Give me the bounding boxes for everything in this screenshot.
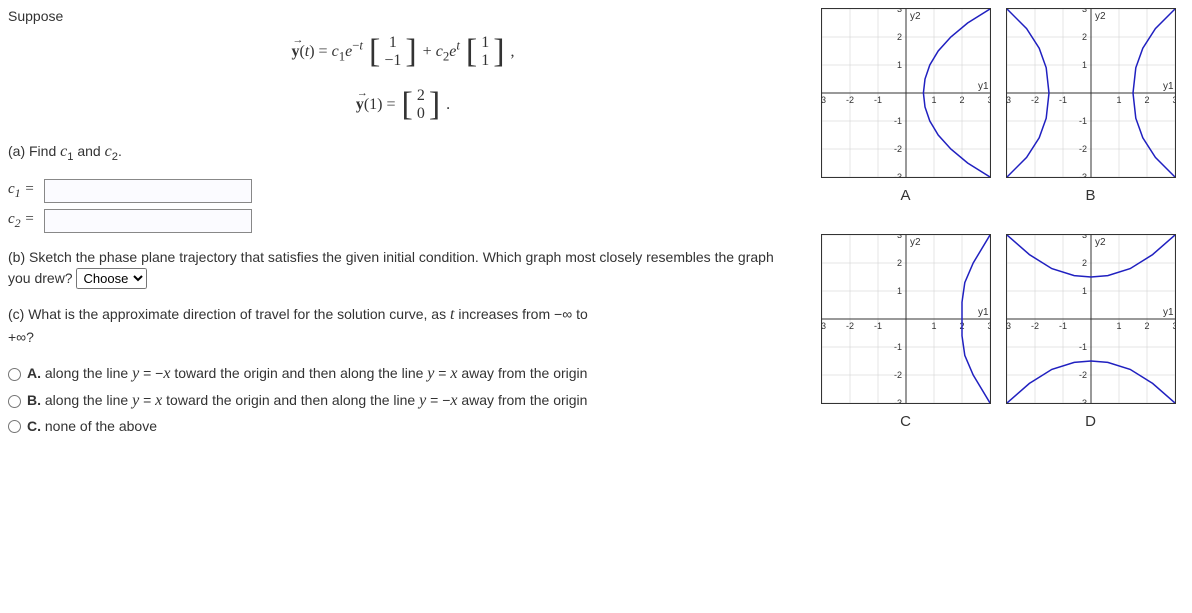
svg-text:2: 2 [896, 258, 901, 268]
svg-text:2: 2 [1081, 258, 1086, 268]
svg-text:-3: -3 [1006, 95, 1011, 105]
svg-text:-2: -2 [1030, 321, 1038, 331]
svg-text:1: 1 [1116, 95, 1121, 105]
graph-d-label: D [1003, 413, 1178, 430]
option-a-text: A. along the line y = −x toward the orig… [27, 362, 587, 386]
svg-text:-2: -2 [845, 321, 853, 331]
svg-text:1: 1 [1081, 60, 1086, 70]
svg-text:-3: -3 [1078, 172, 1086, 178]
graph-b-label: B [1003, 187, 1178, 204]
graph-c-svg: -3-3-2-2-1-1112233y1y2 [821, 234, 991, 404]
part-c-prompt: (c) What is the approximate direction of… [8, 303, 798, 348]
svg-text:-1: -1 [873, 95, 881, 105]
graph-c-label: C [818, 413, 993, 430]
option-a-radio[interactable] [8, 368, 21, 381]
svg-text:-1: -1 [873, 321, 881, 331]
svg-text:-2: -2 [1030, 95, 1038, 105]
c1-input[interactable] [44, 179, 252, 203]
svg-text:3: 3 [1172, 95, 1176, 105]
svg-text:3: 3 [1172, 321, 1176, 331]
svg-text:-1: -1 [1078, 116, 1086, 126]
svg-text:-3: -3 [821, 321, 826, 331]
svg-text:2: 2 [896, 32, 901, 42]
svg-text:y2: y2 [1095, 11, 1106, 22]
svg-text:3: 3 [1081, 8, 1086, 14]
graph-d: -3 -3 -2 -2 -1 -1 1 1 2 2 3 3 y1 y2 D [1003, 234, 1178, 430]
svg-text:-3: -3 [1006, 321, 1011, 331]
graph-a-label: A [818, 187, 993, 204]
svg-text:1: 1 [1081, 286, 1086, 296]
c2-label: c2 = [8, 211, 44, 231]
part-b-prompt: (b) Sketch the phase plane trajectory th… [8, 247, 798, 289]
svg-text:-2: -2 [1078, 370, 1086, 380]
svg-text:y2: y2 [910, 11, 921, 22]
svg-text:1: 1 [931, 321, 936, 331]
option-b-text: B. along the line y = x toward the origi… [27, 389, 587, 413]
svg-text:1: 1 [1116, 321, 1121, 331]
c2-input[interactable] [44, 209, 252, 233]
svg-text:3: 3 [896, 8, 901, 14]
svg-text:2: 2 [959, 95, 964, 105]
svg-text:-1: -1 [1078, 342, 1086, 352]
svg-text:3: 3 [987, 321, 991, 331]
part-a-prompt: (a) Find c1 and c2. [8, 140, 798, 166]
graph-d-svg: -3 -3 -2 -2 -1 -1 1 1 2 2 3 3 y1 y2 [1006, 234, 1176, 404]
svg-text:y1: y1 [1163, 307, 1174, 318]
graph-choice-select[interactable]: Choose A B C D [76, 268, 147, 289]
svg-text:y2: y2 [1095, 237, 1106, 248]
c1-label: c1 = [8, 181, 44, 201]
svg-text:-2: -2 [845, 95, 853, 105]
svg-text:-1: -1 [1058, 321, 1066, 331]
intro-text: Suppose [8, 8, 798, 24]
svg-text:-1: -1 [893, 116, 901, 126]
graph-a-svg: -3 -3 -2 -2 -1 -1 1 1 2 2 3 3 y1 y2 [821, 8, 991, 178]
svg-text:-3: -3 [821, 95, 826, 105]
graph-grid: -3 -3 -2 -2 -1 -1 1 1 2 2 3 3 y1 y2 A -3 -3 -2 -2 -1 -1 1 1 2… [818, 8, 1178, 430]
svg-text:2: 2 [1081, 32, 1086, 42]
svg-text:1: 1 [896, 60, 901, 70]
svg-text:2: 2 [1144, 95, 1149, 105]
svg-text:-2: -2 [1078, 144, 1086, 154]
svg-text:2: 2 [1144, 321, 1149, 331]
graph-b: -3 -3 -2 -2 -1 -1 1 1 2 2 3 3 y1 y2 B [1003, 8, 1178, 204]
equation-1: y(t) = c1e−t [1−1] + c2et [11] , [8, 34, 798, 71]
equation-2: y(1) = [20] . [8, 87, 798, 124]
graph-b-svg: -3 -3 -2 -2 -1 -1 1 1 2 2 3 3 y1 y2 [1006, 8, 1176, 178]
graph-c: -3-3-2-2-1-1112233y1y2 C [818, 234, 993, 430]
graph-a: -3 -3 -2 -2 -1 -1 1 1 2 2 3 3 y1 y2 A [818, 8, 993, 204]
svg-text:y1: y1 [1163, 81, 1174, 92]
svg-text:3: 3 [987, 95, 991, 105]
svg-text:-3: -3 [893, 172, 901, 178]
svg-text:-1: -1 [893, 342, 901, 352]
svg-text:-2: -2 [893, 144, 901, 154]
svg-text:-1: -1 [1058, 95, 1066, 105]
svg-text:-2: -2 [893, 370, 901, 380]
svg-text:-3: -3 [1078, 398, 1086, 404]
svg-text:1: 1 [896, 286, 901, 296]
svg-text:1: 1 [931, 95, 936, 105]
svg-text:-3: -3 [893, 398, 901, 404]
svg-text:y1: y1 [978, 81, 989, 92]
svg-text:y1: y1 [978, 307, 989, 318]
option-c-radio[interactable] [8, 420, 21, 433]
svg-text:3: 3 [896, 234, 901, 240]
svg-text:3: 3 [1081, 234, 1086, 240]
option-c-text: C. none of the above [27, 416, 157, 437]
option-b-radio[interactable] [8, 395, 21, 408]
svg-text:y2: y2 [910, 237, 921, 248]
